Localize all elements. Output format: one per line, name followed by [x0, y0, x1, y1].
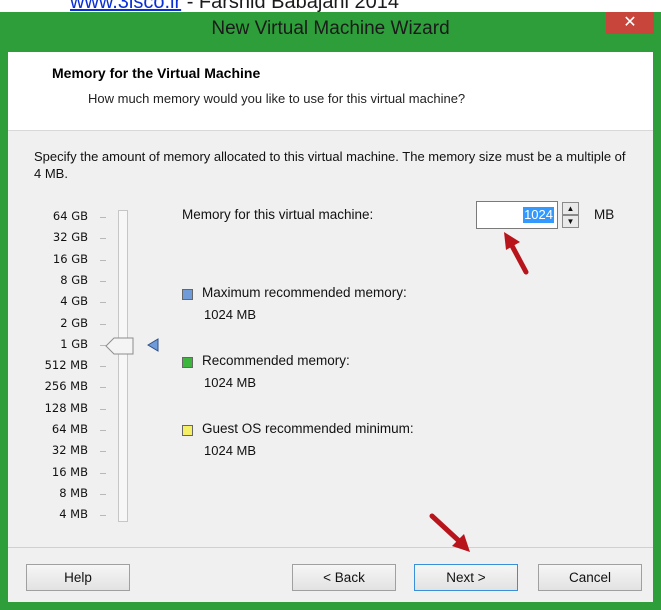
scale-label: 4 MB: [59, 507, 88, 522]
scale-label: 4 GB: [60, 294, 88, 309]
scale-label: 256 MB: [44, 379, 88, 394]
scale-tick: [100, 493, 106, 495]
page-subtitle: How much memory would you like to use fo…: [88, 91, 466, 106]
memory-unit: MB: [594, 207, 615, 222]
spin-down-button[interactable]: ▼: [562, 215, 579, 228]
scale-tick: [100, 472, 106, 474]
wizard-body: Memory for the Virtual Machine How much …: [8, 52, 653, 602]
memory-label: Memory for this virtual machine:: [182, 207, 374, 222]
window-title: New Virtual Machine Wizard: [211, 18, 450, 39]
annotation-arrow-icon: [429, 513, 470, 552]
recommended-label: Recommended memory:: [202, 353, 350, 368]
spin-up-button[interactable]: ▲: [562, 202, 579, 215]
title-bar[interactable]: New Virtual Machine Wizard ✕: [0, 12, 661, 52]
scale-tick: [100, 515, 106, 517]
scale-tick: [100, 259, 106, 261]
scale-tick: [100, 238, 106, 240]
back-button[interactable]: < Back: [292, 564, 396, 591]
wizard-window: New Virtual Machine Wizard ✕ Memory for …: [0, 12, 661, 610]
scale-label: 2 GB: [60, 315, 88, 330]
scale-tick: [100, 280, 106, 282]
scale-label: 128 MB: [44, 400, 88, 415]
memory-slider-track[interactable]: [118, 210, 128, 522]
scale-label: 512 MB: [44, 358, 88, 373]
guest-minimum-value: 1024 MB: [204, 443, 257, 458]
page-title: Memory for the Virtual Machine: [52, 65, 261, 81]
guest-minimum-swatch: [182, 425, 193, 436]
guest-minimum-label: Guest OS recommended minimum:: [202, 421, 414, 436]
scale-label: 64 GB: [52, 209, 88, 223]
max-recommended-value: 1024 MB: [204, 307, 257, 322]
scale-label: 16 MB: [51, 464, 88, 479]
spin-down-icon: ▼: [566, 217, 575, 226]
scale-label: 32 GB: [52, 230, 88, 245]
scale-tick: [100, 323, 106, 325]
close-button[interactable]: ✕: [606, 12, 654, 34]
wizard-header: Memory for the Virtual Machine How much …: [8, 52, 653, 131]
footer-separator: [8, 547, 653, 548]
scale-label: 16 GB: [52, 251, 88, 266]
spin-up-icon: ▲: [566, 204, 575, 213]
scale-tick: [100, 366, 106, 368]
cancel-button[interactable]: Cancel: [538, 564, 642, 591]
scale-label: 1 GB: [60, 336, 88, 351]
scale-tick: [100, 387, 106, 389]
recommended-value: 1024 MB: [204, 375, 257, 390]
max-recommended-label: Maximum recommended memory:: [202, 285, 407, 300]
scale-label: 32 MB: [51, 443, 88, 458]
max-recommended-swatch: [182, 289, 193, 300]
help-button[interactable]: Help: [26, 564, 130, 591]
scale-tick: [100, 217, 106, 218]
scale-label: 8 GB: [60, 272, 88, 287]
scale-tick: [100, 408, 106, 410]
scale-tick: [100, 430, 106, 431]
scale-label: 8 MB: [59, 485, 88, 500]
memory-value: 1024: [523, 207, 554, 223]
scale-label: 64 MB: [51, 422, 88, 436]
description-text: Specify the amount of memory allocated t…: [34, 149, 626, 181]
recommended-marker-icon: [147, 338, 159, 352]
next-button[interactable]: Next >: [414, 564, 518, 591]
scale-tick: [100, 302, 106, 304]
scale-tick: [100, 451, 106, 453]
close-icon: ✕: [623, 14, 637, 31]
recommended-swatch: [182, 357, 193, 368]
annotation-arrow-icon: [504, 232, 529, 275]
memory-slider-thumb[interactable]: [105, 337, 135, 355]
memory-input[interactable]: 1024: [476, 201, 558, 229]
